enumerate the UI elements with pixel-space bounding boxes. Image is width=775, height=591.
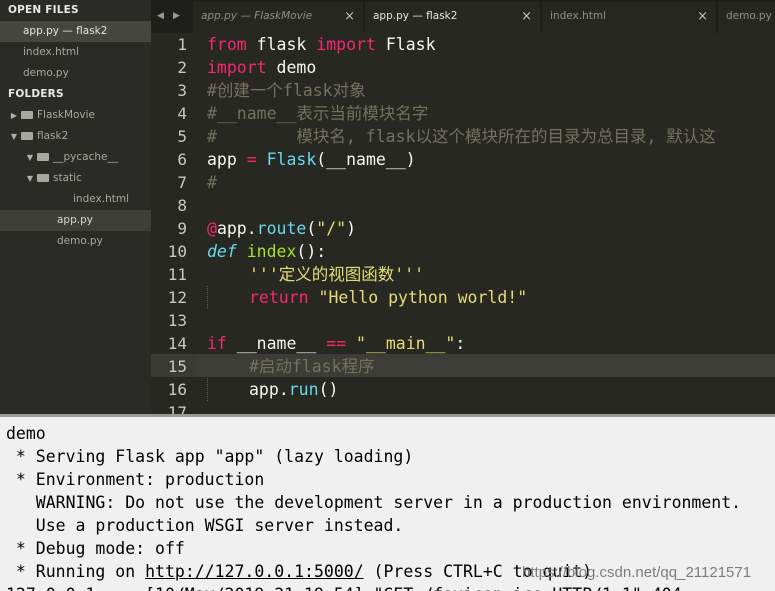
- close-icon[interactable]: ×: [344, 2, 355, 31]
- open-file-index-html[interactable]: index.html: [0, 42, 151, 63]
- folders-header: FOLDERS: [8, 88, 64, 100]
- code-line-1: from flask import Flask: [207, 35, 436, 54]
- console-line: 127.0.0.1 - - [10/May/2019 21:19:54] "GE…: [6, 583, 701, 591]
- line-number: 12: [167, 288, 187, 307]
- line-number: 6: [177, 150, 187, 169]
- code-line-12: return "Hello python world!": [249, 288, 528, 307]
- line-number: 2: [177, 58, 187, 77]
- line-number: 5: [177, 127, 187, 146]
- open-file-label: demo.py: [23, 67, 69, 79]
- folder-open-icon: [21, 132, 33, 140]
- file-demo-py[interactable]: demo.py: [0, 231, 151, 252]
- tab-index-html[interactable]: index.html ×: [542, 2, 716, 33]
- line-number: 8: [177, 196, 187, 215]
- console-line-running: * Running on http://127.0.0.1:5000/ (Pre…: [6, 562, 593, 581]
- line-number: 13: [167, 311, 187, 330]
- watermark: https://blog.csdn.net/qq_21121571: [522, 564, 752, 581]
- file-label: app.py: [57, 214, 93, 226]
- console-line: * Serving Flask app "app" (lazy loading): [6, 447, 414, 466]
- code-editor[interactable]: from flask import Flask import demo #创建一…: [197, 33, 775, 414]
- scroll-right-icon[interactable]: ▶: [170, 0, 183, 33]
- file-label: index.html: [73, 193, 129, 205]
- console-line: Use a production WSGI server instead.: [6, 516, 404, 535]
- console-line: * Debug mode: off: [6, 539, 185, 558]
- code-line-14: if __name__ == "__main__":: [207, 334, 466, 353]
- server-url-link[interactable]: http://127.0.0.1:5000/: [145, 562, 364, 581]
- tab-label: app.py — FlaskMovie: [201, 10, 313, 22]
- tab-app-py-flaskmovie[interactable]: app.py — FlaskMovie ×: [193, 2, 363, 33]
- collapsed-triangle-icon[interactable]: ▶: [0, 105, 19, 126]
- line-number-gutter: 1 2 3 4 5 6 7 8 9 10 11 12 13 14 15 16 1…: [151, 33, 197, 422]
- sidebar: OPEN FILES app.py — flask2 index.html de…: [0, 0, 151, 414]
- build-output-console[interactable]: demo * Serving Flask app "app" (lazy loa…: [0, 414, 775, 591]
- line-number: 7: [177, 173, 187, 192]
- open-file-label: index.html: [23, 46, 79, 58]
- file-label: demo.py: [57, 235, 103, 247]
- close-icon[interactable]: ×: [697, 2, 708, 31]
- folder-flaskmovie[interactable]: ▶ FlaskMovie: [0, 105, 151, 126]
- folder-static[interactable]: ▼ static: [0, 168, 151, 189]
- folder-label: __pycache__: [53, 151, 118, 163]
- line-number: 14: [167, 334, 187, 353]
- console-line: * Environment: production: [6, 470, 265, 489]
- tab-bar: ◀ ▶ app.py — FlaskMovie × app.py — flask2…: [151, 0, 775, 33]
- folder-open-icon: [37, 153, 49, 161]
- folder-flask2[interactable]: ▼ flask2: [0, 126, 151, 147]
- code-line-6: app = Flask(__name__): [207, 150, 416, 169]
- folder-label: flask2: [37, 130, 69, 142]
- expanded-triangle-icon[interactable]: ▼: [0, 147, 35, 168]
- code-line-16: app.run(): [249, 380, 339, 399]
- scroll-left-icon[interactable]: ◀: [154, 0, 167, 33]
- code-line-10: def index():: [207, 242, 327, 261]
- tab-label: app.py — flask2: [373, 10, 458, 22]
- tab-label: index.html: [550, 10, 606, 22]
- indent-guide: [207, 286, 208, 309]
- line-number: 11: [167, 265, 187, 284]
- tab-app-py-flask2[interactable]: app.py — flask2 ×: [365, 2, 540, 33]
- indent-guide: [207, 378, 208, 401]
- tab-demo-py[interactable]: demo.py: [718, 2, 775, 33]
- line-number: 3: [177, 81, 187, 100]
- close-icon[interactable]: ×: [521, 2, 532, 31]
- open-files-header: OPEN FILES: [8, 4, 79, 16]
- folder-open-icon: [37, 174, 49, 182]
- folder-label: FlaskMovie: [37, 109, 96, 121]
- code-line-7: #: [207, 173, 217, 192]
- code-line-4: #__name__表示当前模块名字: [207, 104, 429, 123]
- line-number: 15: [167, 357, 187, 376]
- code-line-3: #创建一个flask对象: [207, 81, 366, 100]
- folder-pycache[interactable]: ▼ __pycache__: [0, 147, 151, 168]
- file-index-html[interactable]: index.html: [0, 189, 151, 210]
- code-line-9: @app.route("/"): [207, 219, 357, 238]
- expanded-triangle-icon[interactable]: ▼: [0, 126, 19, 147]
- line-number: 10: [167, 242, 187, 261]
- open-file-label: app.py — flask2: [23, 25, 108, 37]
- console-line: demo: [6, 424, 46, 443]
- open-file-demo-py[interactable]: demo.py: [0, 63, 151, 84]
- console-line: WARNING: Do not use the development serv…: [6, 493, 742, 512]
- expanded-triangle-icon[interactable]: ▼: [0, 168, 35, 189]
- tab-scroll-arrows: ◀ ▶: [151, 0, 193, 33]
- code-line-2: import demo: [207, 58, 317, 77]
- folder-icon: [21, 111, 33, 119]
- code-line-15: #启动flask程序: [249, 357, 375, 376]
- code-line-11: '''定义的视图函数''': [249, 265, 425, 284]
- line-number: 9: [177, 219, 187, 238]
- code-line-5: # 模块名, flask以这个模块所在的目录为总目录, 默认这: [207, 127, 716, 146]
- folder-label: static: [53, 172, 82, 184]
- open-file-app-py-flask2[interactable]: app.py — flask2: [0, 21, 151, 42]
- tab-label: demo.py: [726, 10, 772, 22]
- line-number: 16: [167, 380, 187, 399]
- file-app-py[interactable]: app.py: [0, 210, 151, 231]
- line-number: 1: [177, 35, 187, 54]
- line-number: 4: [177, 104, 187, 123]
